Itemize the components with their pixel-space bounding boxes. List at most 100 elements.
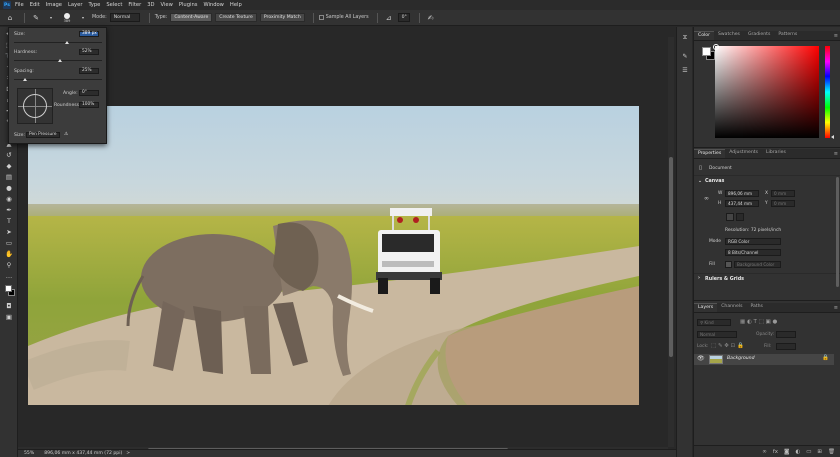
gradient-tool-icon[interactable]: ▤	[3, 172, 15, 182]
size-slider-track[interactable]	[14, 42, 102, 43]
landscape-orientation-button[interactable]	[736, 213, 744, 221]
angle-field[interactable]: 0°	[79, 90, 99, 96]
tab-patterns[interactable]: Patterns	[774, 31, 801, 40]
proximity-match-button[interactable]: Proximity Match	[259, 13, 305, 22]
filter-icons[interactable]: ▦ ◐ T ⬚ ▣ ●	[740, 319, 777, 325]
status-menu-arrow[interactable]: >	[126, 451, 130, 456]
color-picker-cursor[interactable]	[713, 44, 719, 50]
layers-menu-icon[interactable]: ≡	[834, 305, 838, 311]
menu-layer[interactable]: Layer	[68, 2, 82, 8]
spot-healing-brush-icon[interactable]: ✎	[30, 12, 42, 24]
adjustments-icon[interactable]: ☰	[680, 65, 690, 75]
hardness-field[interactable]: 52%	[79, 49, 99, 55]
tab-gradients[interactable]: Gradients	[744, 31, 774, 40]
menu-window[interactable]: Window	[203, 2, 223, 8]
layer-kind-filter[interactable]: ⚲ Kind	[697, 319, 731, 326]
brush-tip-preview[interactable]	[17, 88, 53, 124]
tab-properties[interactable]: Properties	[694, 149, 726, 158]
tab-color[interactable]: Color	[694, 31, 714, 40]
type-tool-icon[interactable]: T	[3, 216, 15, 226]
menu-help[interactable]: Help	[230, 2, 242, 8]
tab-paths[interactable]: Paths	[746, 303, 767, 312]
document-canvas[interactable]	[28, 106, 639, 405]
pressure-size-icon[interactable]: ✍	[425, 12, 437, 24]
hue-slider[interactable]	[825, 46, 830, 138]
add-mask-icon[interactable]: ◙	[784, 449, 789, 455]
lock-icons[interactable]: ⬚ ✎ ✥ ⊡ 🔒	[711, 343, 744, 349]
layer-lock-icon[interactable]: 🔒	[822, 355, 829, 361]
visibility-eye-icon[interactable]: 👁	[697, 355, 705, 362]
foreground-color-swatch[interactable]	[702, 47, 711, 56]
tab-adjustments[interactable]: Adjustments	[725, 149, 762, 158]
tab-libraries[interactable]: Libraries	[762, 149, 790, 158]
color-saturation-field[interactable]	[713, 44, 819, 138]
layer-name[interactable]: Background	[727, 356, 755, 361]
shape-tool-icon[interactable]: ▭	[3, 238, 15, 248]
tool-preset-chevron-icon[interactable]: ▾	[45, 12, 57, 24]
menu-plugins[interactable]: Plugins	[179, 2, 198, 8]
properties-scroll-thumb[interactable]	[836, 177, 839, 287]
x-field[interactable]: 0 mm	[771, 190, 795, 197]
blend-mode-select[interactable]: Normal	[697, 331, 737, 338]
color-panel-menu-icon[interactable]: ≡	[834, 33, 838, 39]
color-swatch-icon[interactable]	[3, 284, 15, 298]
new-group-icon[interactable]: ▭	[806, 449, 811, 455]
tab-swatches[interactable]: Swatches	[714, 31, 744, 40]
zoom-tool-icon[interactable]: ⚲	[3, 260, 15, 270]
menu-view[interactable]: View	[161, 2, 173, 8]
adjustment-layer-icon[interactable]: ◐	[795, 449, 800, 455]
brush-settings-icon[interactable]: ✎	[680, 51, 690, 61]
height-field[interactable]: 437,44 mm	[725, 200, 759, 207]
quick-mask-icon[interactable]: ◘	[3, 301, 15, 311]
size-slider-thumb[interactable]	[64, 41, 69, 44]
edit-toolbar-icon[interactable]: …	[3, 271, 15, 281]
portrait-orientation-button[interactable]	[726, 213, 734, 221]
new-layer-icon[interactable]: ⊞	[817, 449, 822, 455]
fill-swatch[interactable]	[725, 261, 732, 268]
create-texture-button[interactable]: Create Texture	[215, 13, 257, 22]
menu-3d[interactable]: 3D	[147, 2, 154, 8]
link-dimensions-icon[interactable]: ∞	[704, 195, 709, 202]
delete-layer-icon[interactable]: 🗑	[828, 449, 835, 455]
hardness-slider-thumb[interactable]	[57, 59, 62, 62]
brush-preview-icon[interactable]: 389	[60, 12, 74, 24]
history-icon[interactable]: ⧖	[680, 33, 690, 43]
properties-menu-icon[interactable]: ≡	[834, 151, 838, 157]
bit-depth-select[interactable]: 8 Bits/Channel	[725, 249, 781, 256]
tab-channels[interactable]: Channels	[717, 303, 746, 312]
home-icon[interactable]: ⌂	[4, 12, 16, 24]
link-layers-icon[interactable]: ∞	[762, 449, 767, 455]
rulers-section-chevron-icon[interactable]: ›	[698, 276, 700, 281]
layer-style-icon[interactable]: fx	[773, 449, 778, 455]
menu-edit[interactable]: Edit	[30, 2, 40, 8]
hand-tool-icon[interactable]: ✋	[3, 249, 15, 259]
mode-select[interactable]: Normal	[109, 13, 140, 22]
vertical-scrollbar[interactable]	[668, 37, 674, 447]
canvas-section-chevron-icon[interactable]: ⌄	[698, 179, 702, 184]
y-field[interactable]: 0 mm	[771, 200, 795, 207]
zoom-level[interactable]: 55%	[24, 451, 34, 456]
size-field[interactable]: 389 px	[79, 31, 99, 37]
fill-opacity-field[interactable]	[776, 343, 796, 350]
vertical-scroll-thumb[interactable]	[669, 157, 673, 357]
width-field[interactable]: 896,06 mm	[725, 190, 759, 197]
color-mode-select[interactable]: RGB Color	[725, 238, 781, 245]
hue-slider-arrow[interactable]	[831, 135, 834, 139]
path-select-tool-icon[interactable]: ➤	[3, 227, 15, 237]
menu-filter[interactable]: Filter	[128, 2, 141, 8]
roundness-field[interactable]: 100%	[79, 102, 99, 108]
spacing-slider-track[interactable]	[14, 79, 102, 80]
menu-select[interactable]: Select	[106, 2, 122, 8]
history-brush-tool-icon[interactable]: ↺	[3, 150, 15, 160]
spacing-field[interactable]: 25%	[79, 68, 99, 74]
menu-image[interactable]: Image	[46, 2, 62, 8]
size-control-select[interactable]: Pen Pressure	[26, 132, 60, 138]
sample-all-layers-checkbox[interactable]	[318, 15, 324, 20]
content-aware-button[interactable]: Content-Aware	[170, 13, 213, 22]
opacity-field[interactable]	[776, 331, 796, 338]
angle-field[interactable]: 0°	[397, 13, 410, 22]
spacing-slider-thumb[interactable]	[22, 78, 27, 81]
pen-tool-icon[interactable]: ✒	[3, 205, 15, 215]
tab-layers[interactable]: Layers	[694, 303, 718, 312]
eraser-tool-icon[interactable]: ◆	[3, 161, 15, 171]
